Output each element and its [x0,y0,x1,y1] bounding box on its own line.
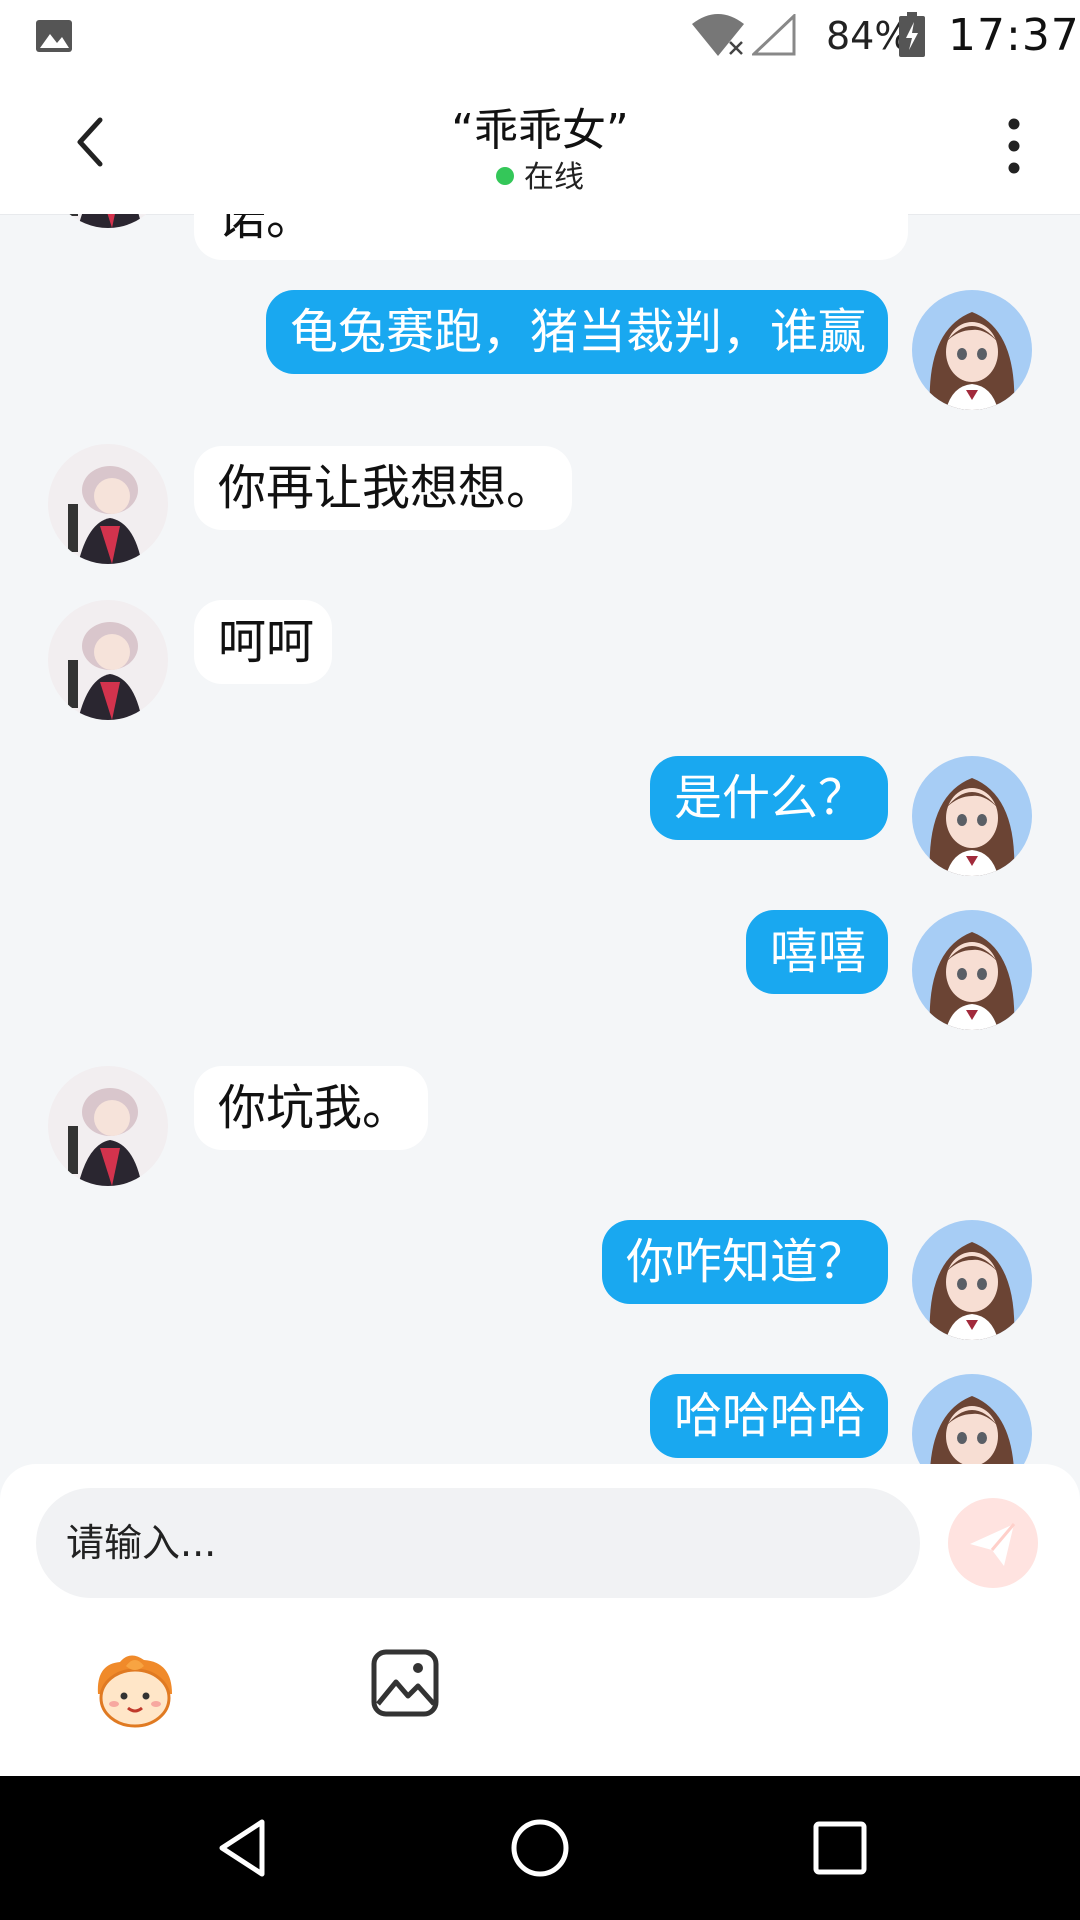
my-avatar[interactable] [912,910,1032,1030]
wifi-icon [692,14,744,56]
emoji-button[interactable] [90,1644,180,1734]
message-bubble: 你咋知道？ [602,1220,888,1304]
image-icon [371,1649,439,1717]
my-avatar-image [912,1374,1032,1464]
nav-back-icon[interactable] [212,1816,272,1880]
message-bubble: 是什么？ [650,756,888,840]
presence-status: 在线 [0,152,1080,196]
my-avatar[interactable] [912,1374,1032,1464]
contact-avatar[interactable] [48,214,168,228]
my-avatar[interactable] [912,290,1032,410]
status-bar: 84% 17:37 [0,0,1080,72]
message-bubble: 诺。 [194,214,908,260]
contact-avatar-image [48,600,168,720]
send-button[interactable] [948,1498,1038,1588]
message-bubble: 你坑我。 [194,1066,428,1150]
message-bubble: 你再让我想想。 [194,446,572,530]
my-avatar-image [912,756,1032,876]
online-dot-icon [496,166,514,185]
message-list[interactable]: 诺。 龟兔赛跑，猪当裁判，谁赢 你再让我想想。 呵呵 是什么？ 嘻嘻 你坑我。 … [0,214,1080,1464]
contact-avatar-image [48,214,168,228]
message-bubble: 呵呵 [194,600,332,684]
presence-label: 在线 [524,160,584,195]
message-bubble: 哈哈哈哈 [650,1374,888,1458]
image-button[interactable] [370,1648,440,1718]
nav-recents-icon[interactable] [812,1820,868,1876]
message-bubble: 嘻嘻 [746,910,888,994]
message-composer [0,1464,1080,1776]
contact-avatar-image [48,1066,168,1186]
contact-avatar[interactable] [48,600,168,720]
system-nav-bar [0,1776,1080,1920]
battery-charging-icon [899,12,925,57]
signal-icon [752,14,796,56]
my-avatar[interactable] [912,756,1032,876]
contact-avatar[interactable] [48,1066,168,1186]
more-vert-icon[interactable] [990,116,1038,176]
message-input[interactable] [36,1488,920,1598]
chat-header: “乖乖女” 在线 [0,72,1080,215]
contact-avatar-image [48,444,168,564]
status-time: 17:37 [948,10,1080,61]
my-avatar[interactable] [912,1220,1032,1340]
send-icon [970,1523,1016,1566]
my-avatar-image [912,290,1032,410]
my-avatar-image [912,910,1032,1030]
emoji-face-icon [97,1655,172,1728]
my-avatar-image [912,1220,1032,1340]
contact-avatar[interactable] [48,444,168,564]
nav-home-icon[interactable] [510,1816,570,1880]
message-bubble: 龟兔赛跑，猪当裁判，谁赢 [266,290,888,374]
gallery-icon [36,20,72,52]
chat-title: “乖乖女” [451,105,629,156]
